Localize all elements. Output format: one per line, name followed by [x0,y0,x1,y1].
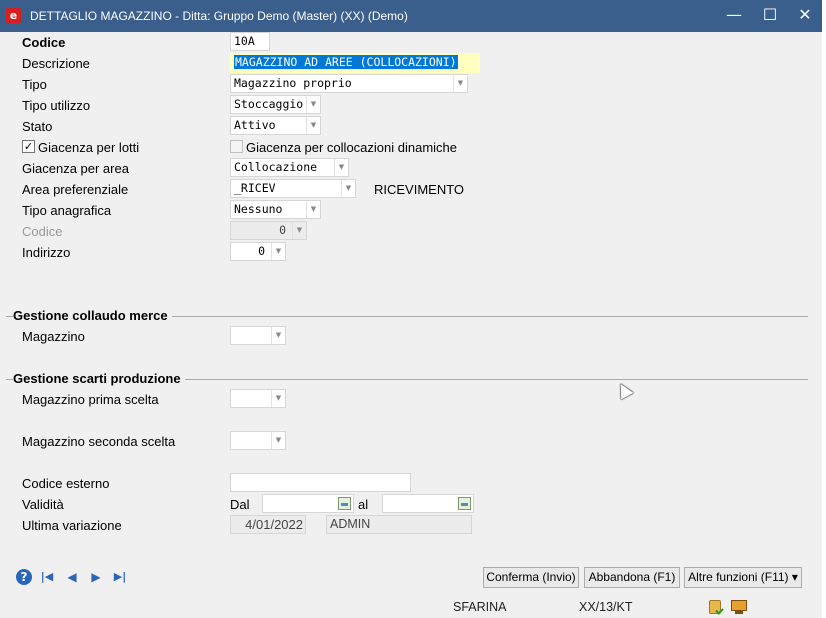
tipo-utilizzo-select[interactable]: Stoccaggio ▼ [230,95,321,114]
last-record-icon[interactable]: ▶| [112,569,128,585]
dal-label: Dal [230,497,250,512]
previous-record-icon[interactable]: ◀ [64,569,80,585]
stato-value: Attivo [234,118,276,132]
al-date-input[interactable] [382,494,474,513]
altre-funzioni-label: Altre funzioni (F11) [688,570,789,584]
form-area: Codice 10A Descrizione MAGAZZINO AD AREE… [0,32,822,618]
dal-date-input[interactable] [262,494,354,513]
magazzino-seconda-scelta-label: Magazzino seconda scelta [22,434,176,449]
abbandona-button[interactable]: Abbandona (F1) [584,567,680,588]
section-title-collaudo: Gestione collaudo merce [13,308,172,323]
codice-esterno-input[interactable] [230,473,411,492]
next-record-icon[interactable]: ▶ [88,569,104,585]
first-record-icon[interactable]: |◀ [39,569,55,585]
chevron-down-icon[interactable]: ▼ [271,390,285,407]
descrizione-input[interactable]: MAGAZZINO AD AREE (COLLOCAZIONI) [230,53,460,72]
monitor-icon [731,600,747,611]
magazzino-prima-scelta-select[interactable]: ▼ [230,389,286,408]
giacenza-area-label: Giacenza per area [22,161,129,176]
area-preferenziale-select[interactable]: _RICEV ▼ [230,179,356,198]
help-icon[interactable]: ? [16,569,32,585]
conferma-button[interactable]: Conferma (Invio) [483,567,579,588]
tipo-value: Magazzino proprio [234,76,352,90]
codice-input[interactable]: 10A [230,32,270,51]
codice-esterno-label: Codice esterno [22,476,110,491]
chevron-down-icon: ▼ [292,222,306,239]
giacenza-area-select[interactable]: Collocazione ▼ [230,158,349,177]
window-edge [822,0,826,618]
chevron-down-icon[interactable]: ▼ [306,117,320,134]
chevron-down-icon[interactable]: ▼ [306,96,320,113]
chevron-down-icon[interactable]: ▼ [334,159,348,176]
tipo-anagrafica-select[interactable]: Nessuno ▼ [230,200,321,219]
codice-anagrafica-select: 0 ▼ [230,221,307,240]
ultima-variazione-label: Ultima variazione [22,518,122,533]
ultima-variazione-user: ADMIN [326,515,472,534]
chevron-down-icon[interactable]: ▼ [306,201,320,218]
stato-label: Stato [22,119,53,134]
tipo-utilizzo-value: Stoccaggio [234,97,304,111]
stato-select[interactable]: Attivo ▼ [230,116,321,135]
tipo-anagrafica-label: Tipo anagrafica [22,203,112,218]
area-preferenziale-value: _RICEV [234,181,276,195]
tipo-select[interactable]: Magazzino proprio ▼ [230,74,468,93]
validita-label: Validità [22,497,64,512]
indirizzo-select[interactable]: 0 ▼ [230,242,286,261]
giacenza-collocazioni-label: Giacenza per collocazioni dinamiche [246,140,458,155]
chevron-down-icon[interactable]: ▼ [341,180,355,197]
giacenza-lotti-checkbox[interactable]: ✓ [22,140,35,153]
giacenza-collocazioni-checkbox[interactable] [230,140,243,153]
calendar-icon[interactable] [458,497,471,510]
ultima-variazione-date: 4/01/2022 [230,515,306,534]
minimize-button[interactable]: — [717,4,751,26]
chevron-down-icon[interactable]: ▼ [453,75,467,92]
status-user: SFARINA [453,600,507,614]
indirizzo-label: Indirizzo [22,245,71,260]
window-title: DETTAGLIO MAGAZZINO - Ditta: Gruppo Demo… [30,9,408,23]
chevron-down-icon[interactable]: ▼ [271,243,285,260]
altre-funzioni-button[interactable]: Altre funzioni (F11) ▾ [684,567,802,588]
area-preferenziale-description: RICEVIMENTO [374,182,465,197]
area-preferenziale-label: Area preferenziale [22,182,129,197]
chevron-down-icon[interactable]: ▼ [271,432,285,449]
section-title-scarti: Gestione scarti produzione [13,371,185,386]
al-label: al [358,497,369,512]
monitor-stand-icon [735,611,743,614]
codice-anagrafica-value: 0 [279,223,286,237]
tipo-label: Tipo [22,77,47,92]
mouse-pointer-icon [614,380,634,400]
chevron-down-icon: ▾ [791,570,798,584]
collaudo-magazzino-select[interactable]: ▼ [230,326,286,345]
chevron-down-icon[interactable]: ▼ [271,327,285,344]
tipo-utilizzo-label: Tipo utilizzo [22,98,91,113]
title-bar[interactable]: e DETTAGLIO MAGAZZINO - Ditta: Gruppo De… [0,0,822,32]
maximize-button[interactable]: ☐ [753,4,787,26]
giacenza-area-value: Collocazione [234,160,318,174]
close-button[interactable]: ✕ [788,4,822,26]
codice-anagrafica-label: Codice [22,224,63,239]
app-logo-icon: e [6,8,21,23]
status-code: XX/13/KT [579,600,633,614]
tipo-anagrafica-value: Nessuno [234,202,283,216]
magazzino-prima-scelta-label: Magazzino prima scelta [22,392,159,407]
dettaglio-magazzino-window: e DETTAGLIO MAGAZZINO - Ditta: Gruppo De… [0,0,822,618]
codice-label: Codice [22,35,66,50]
magazzino-seconda-scelta-select[interactable]: ▼ [230,431,286,450]
descrizione-selected-text: MAGAZZINO AD AREE (COLLOCAZIONI) [234,55,458,69]
collaudo-magazzino-label: Magazzino [22,329,85,344]
giacenza-lotti-label: Giacenza per lotti [38,140,140,155]
indirizzo-value: 0 [258,244,265,258]
calendar-icon[interactable] [338,497,351,510]
descrizione-label: Descrizione [22,56,90,71]
